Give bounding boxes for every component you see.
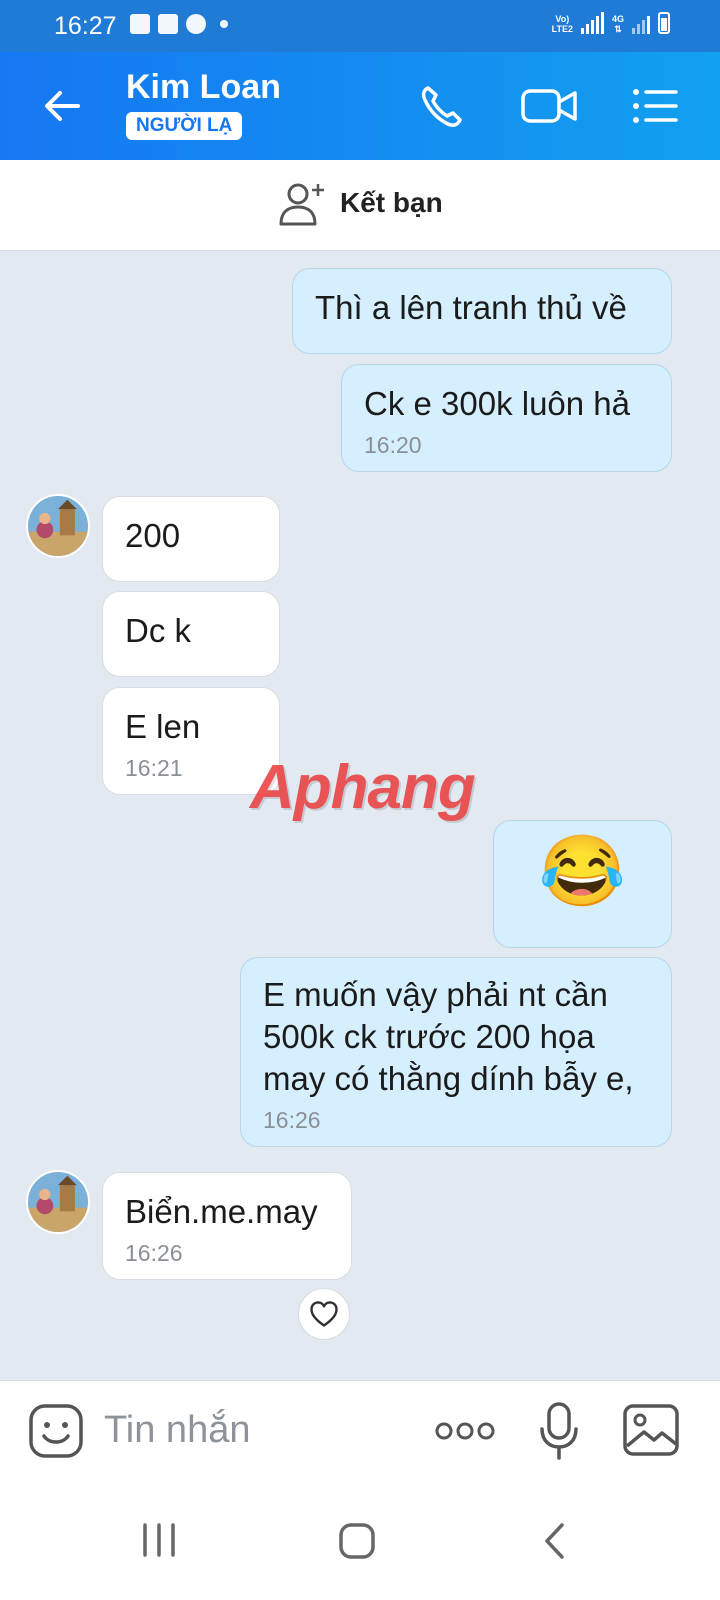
facebook-icon bbox=[186, 14, 206, 34]
back-icon[interactable] bbox=[542, 1522, 566, 1560]
watermark-text: Aphang bbox=[250, 753, 476, 822]
back-arrow-icon[interactable] bbox=[38, 82, 86, 130]
dot-icon bbox=[220, 20, 228, 28]
message-text: E len bbox=[125, 708, 201, 745]
recent-apps-icon[interactable] bbox=[142, 1522, 176, 1558]
message-bubble-outgoing[interactable]: E muốn vậy phải nt cần 500k ck trước 200… bbox=[240, 957, 672, 1147]
message-text: Dc k bbox=[125, 612, 191, 649]
contact-avatar[interactable] bbox=[26, 494, 90, 558]
message-time: 16:21 bbox=[125, 755, 183, 781]
message-icon bbox=[158, 14, 178, 34]
message-bubble-outgoing[interactable]: Ck e 300k luôn hả 16:20 bbox=[341, 364, 672, 472]
system-icons: Vo) LTE2 4G ⇅ bbox=[552, 12, 670, 34]
message-bubble-incoming[interactable]: 200 bbox=[102, 496, 280, 582]
stranger-badge: NGƯỜI LẠ bbox=[126, 112, 243, 140]
message-time: 16:26 bbox=[263, 1107, 321, 1133]
message-bubble-incoming[interactable]: Dc k bbox=[102, 591, 280, 677]
signal-icon bbox=[580, 12, 604, 34]
message-bubble-outgoing[interactable]: Thì a lên tranh thủ về bbox=[292, 268, 672, 354]
system-nav-bar bbox=[0, 1480, 720, 1600]
gallery-icon bbox=[130, 14, 150, 34]
message-composer: Tin nhắn bbox=[0, 1380, 720, 1481]
add-friend-button[interactable]: Kết bạn bbox=[278, 180, 443, 226]
contact-avatar[interactable] bbox=[26, 1170, 90, 1234]
emoji-icon[interactable] bbox=[28, 1403, 84, 1459]
laughing-emoji: 😂 bbox=[538, 832, 627, 910]
more-options-icon[interactable] bbox=[434, 1421, 496, 1441]
microphone-icon[interactable] bbox=[538, 1401, 580, 1461]
4g-icon: 4G ⇅ bbox=[611, 14, 624, 34]
video-call-icon[interactable] bbox=[520, 80, 580, 132]
message-time: 16:20 bbox=[364, 432, 422, 458]
contact-name[interactable]: Kim Loan bbox=[126, 68, 281, 107]
volte-icon: Vo) LTE2 bbox=[551, 14, 573, 34]
message-input[interactable]: Tin nhắn bbox=[104, 1409, 250, 1452]
add-friend-label: Kết bạn bbox=[340, 187, 443, 218]
message-text: Ck e 300k luôn hả bbox=[364, 385, 631, 422]
status-time: 16:27 bbox=[54, 12, 117, 40]
message-bubble-incoming[interactable]: Biển.me.may 16:26 bbox=[102, 1172, 352, 1280]
message-text: Biển.me.may bbox=[125, 1193, 318, 1230]
add-user-icon bbox=[279, 183, 324, 226]
notification-icons bbox=[130, 14, 228, 34]
message-time: 16:26 bbox=[125, 1240, 183, 1266]
chat-header: Kim Loan NGƯỜI LẠ bbox=[0, 52, 720, 160]
image-icon[interactable] bbox=[622, 1403, 680, 1457]
status-bar: 16:27 Vo) LTE2 4G ⇅ bbox=[0, 0, 720, 52]
add-friend-bar: Kết bạn bbox=[0, 160, 720, 251]
message-text: 200 bbox=[125, 517, 181, 554]
watermark: Aphang bbox=[250, 752, 476, 823]
home-icon[interactable] bbox=[338, 1522, 376, 1560]
battery-icon bbox=[658, 12, 670, 34]
message-text: E muốn vậy phải nt cần 500k ck trước 200… bbox=[263, 976, 634, 1097]
message-text: Thì a lên tranh thủ về bbox=[315, 289, 627, 326]
phone-icon[interactable] bbox=[416, 80, 468, 132]
menu-list-icon[interactable] bbox=[630, 80, 682, 132]
signal-icon bbox=[632, 12, 650, 34]
message-bubble-outgoing[interactable]: 😂 bbox=[493, 820, 672, 948]
heart-react-icon[interactable] bbox=[298, 1288, 350, 1340]
